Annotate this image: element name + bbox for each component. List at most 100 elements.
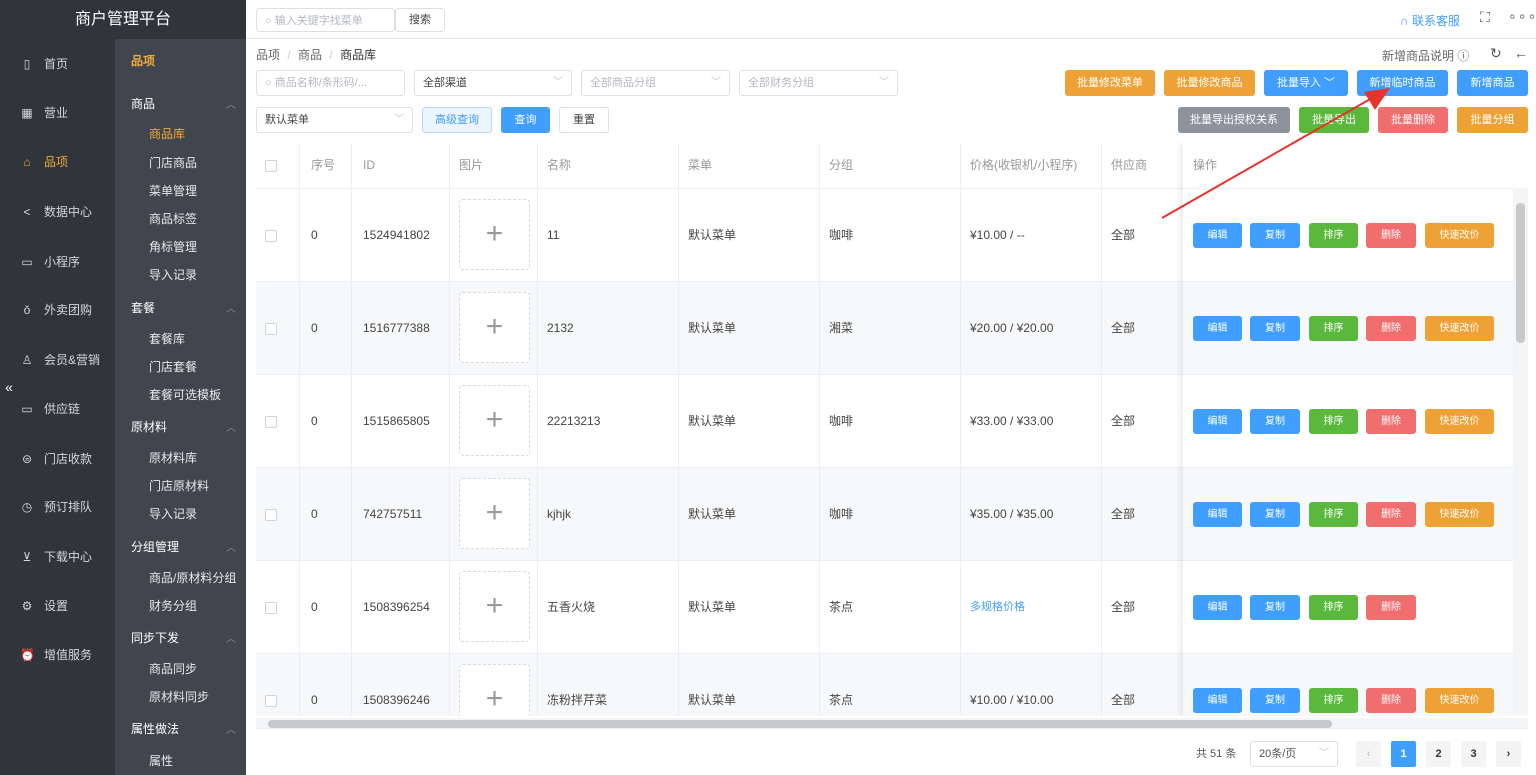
nav-item-12[interactable]: ⏰ 增值服务	[0, 637, 115, 673]
image-upload-box[interactable]: +	[459, 664, 530, 716]
quick-price-button[interactable]: 快速改价	[1425, 409, 1494, 434]
image-upload-box[interactable]: +	[459, 385, 530, 456]
submenu-group-combo[interactable]: 套餐 ︿	[131, 299, 236, 316]
fullscreen-icon[interactable]: ⛶	[1480, 9, 1490, 26]
nav-item-4[interactable]: ▭ 小程序	[0, 244, 115, 280]
submenu-store-combo[interactable]: 门店套餐	[149, 358, 197, 375]
sort-button[interactable]: 排序	[1309, 688, 1358, 713]
query-button[interactable]: 查询	[501, 107, 550, 133]
edit-button[interactable]: 编辑	[1193, 688, 1242, 713]
batch-edit-menu-button[interactable]: 批量修改菜单	[1065, 70, 1155, 96]
quick-price-button[interactable]: 快速改价	[1425, 223, 1494, 248]
breadcrumb-item[interactable]: 品项	[256, 48, 280, 62]
advanced-query-button[interactable]: 高级查询	[422, 107, 492, 133]
nav-item-6[interactable]: ♙ 会员&营销	[0, 342, 115, 378]
row-checkbox[interactable]	[265, 695, 277, 707]
page-button[interactable]: 3	[1461, 741, 1486, 767]
help-link[interactable]: 新增商品说明 ⓘ	[1382, 47, 1469, 64]
nav-item-5[interactable]: ǒ 外卖团购	[0, 292, 115, 328]
quick-price-button[interactable]: 快速改价	[1425, 316, 1494, 341]
horizontal-scrollbar[interactable]	[256, 718, 1528, 730]
edit-button[interactable]: 编辑	[1193, 316, 1242, 341]
quick-price-button[interactable]: 快速改价	[1425, 502, 1494, 527]
submenu-corner-mgmt[interactable]: 角标管理	[149, 238, 197, 255]
page-button[interactable]: 2	[1426, 741, 1451, 767]
image-upload-box[interactable]: +	[459, 199, 530, 270]
quick-price-button[interactable]: 快速改价	[1425, 688, 1494, 713]
menu-search-button[interactable]: 搜索	[395, 8, 445, 32]
submenu-group-attr[interactable]: 属性做法 ︿	[131, 720, 236, 737]
submenu-import-log[interactable]: 导入记录	[149, 266, 197, 283]
delete-button[interactable]: 删除	[1366, 316, 1416, 341]
copy-button[interactable]: 复制	[1250, 409, 1300, 434]
row-checkbox[interactable]	[265, 416, 277, 428]
cell-price[interactable]: 多规格价格	[970, 561, 1025, 654]
edit-button[interactable]: 编辑	[1193, 595, 1242, 620]
channel-select[interactable]: 全部渠道 ﹀	[414, 70, 572, 96]
nav-item-3[interactable]: < 数据中心	[0, 194, 115, 230]
submenu-store-goods[interactable]: 门店商品	[149, 154, 197, 171]
submenu-group-material[interactable]: 原材料 ︿	[131, 418, 236, 435]
delete-button[interactable]: 删除	[1366, 502, 1416, 527]
back-arrow-icon[interactable]: ←	[1514, 45, 1528, 61]
nav-item-11[interactable]: ⚙ 设置	[0, 588, 115, 624]
submenu-goods-group[interactable]: 商品/原材料分组	[149, 569, 236, 586]
submenu-goods-lib[interactable]: 商品库	[149, 125, 185, 142]
reset-button[interactable]: 重置	[559, 107, 609, 133]
edit-button[interactable]: 编辑	[1193, 409, 1242, 434]
prev-page-button[interactable]: ‹	[1356, 741, 1381, 767]
copy-button[interactable]: 复制	[1250, 595, 1300, 620]
image-upload-box[interactable]: +	[459, 478, 530, 549]
copy-button[interactable]: 复制	[1250, 502, 1300, 527]
submenu-combo-tpl[interactable]: 套餐可选模板	[149, 386, 221, 403]
breadcrumb-item[interactable]: 商品	[298, 48, 322, 62]
category-select[interactable]: 全部商品分组 ﹀	[581, 70, 730, 96]
batch-group-button[interactable]: 批量分组	[1457, 107, 1528, 133]
menu-select[interactable]: 默认菜单 ﹀	[256, 107, 413, 133]
vertical-scrollbar[interactable]	[1513, 188, 1528, 716]
row-checkbox[interactable]	[265, 509, 277, 521]
row-checkbox[interactable]	[265, 230, 277, 242]
sort-button[interactable]: 排序	[1309, 409, 1358, 434]
goods-search-input[interactable]: ○ 商品名称/条形码/...	[256, 70, 405, 96]
submenu-group-group-mgmt[interactable]: 分组管理 ︿	[131, 538, 236, 555]
copy-button[interactable]: 复制	[1250, 688, 1300, 713]
nav-item-7[interactable]: ▭ 供应链	[0, 391, 115, 427]
sort-button[interactable]: 排序	[1309, 502, 1358, 527]
submenu-combo-lib[interactable]: 套餐库	[149, 330, 185, 347]
contact-service-link[interactable]: ∩ 联系客服	[1400, 12, 1460, 29]
nav-item-2[interactable]: ⌂ 品项	[0, 144, 115, 180]
select-all-checkbox[interactable]	[265, 160, 277, 172]
image-upload-box[interactable]: +	[459, 571, 530, 642]
nav-item-8[interactable]: ⊜ 门店收款	[0, 441, 115, 477]
nav-item-0[interactable]: ▯ 首页	[0, 46, 115, 82]
nav-item-10[interactable]: ⊻ 下载中心	[0, 539, 115, 575]
nav-item-1[interactable]: ▦ 营业	[0, 95, 115, 131]
submenu-material-import[interactable]: 导入记录	[149, 505, 197, 522]
submenu-goods-sync[interactable]: 商品同步	[149, 660, 197, 677]
submenu-store-material[interactable]: 门店原材料	[149, 477, 209, 494]
delete-button[interactable]: 删除	[1366, 409, 1416, 434]
delete-button[interactable]: 删除	[1366, 688, 1416, 713]
more-icon[interactable]: ∘∘∘	[1508, 8, 1536, 25]
submenu-title[interactable]: 品项	[131, 52, 236, 69]
sort-button[interactable]: 排序	[1309, 595, 1358, 620]
submenu-menu-mgmt[interactable]: 菜单管理	[149, 182, 197, 199]
row-checkbox[interactable]	[265, 602, 277, 614]
submenu-finance-group[interactable]: 财务分组	[149, 597, 197, 614]
new-goods-button[interactable]: 新增商品	[1457, 70, 1528, 96]
submenu-group-sync[interactable]: 同步下发 ︿	[131, 629, 236, 646]
finance-group-select[interactable]: 全部财务分组 ﹀	[739, 70, 898, 96]
delete-button[interactable]: 删除	[1366, 595, 1416, 620]
menu-search-input[interactable]: ○ 输入关键字找菜单	[256, 8, 395, 32]
submenu-goods-tag[interactable]: 商品标签	[149, 210, 197, 227]
submenu-group-goods[interactable]: 商品 ︿	[131, 95, 236, 112]
nav-item-9[interactable]: ◷ 预订排队	[0, 489, 115, 525]
page-size-select[interactable]: 20条/页 ﹀	[1250, 741, 1338, 767]
sort-button[interactable]: 排序	[1309, 316, 1358, 341]
edit-button[interactable]: 编辑	[1193, 502, 1242, 527]
submenu-attr-item[interactable]: 属性	[149, 752, 173, 769]
next-page-button[interactable]: ›	[1496, 741, 1521, 767]
row-checkbox[interactable]	[265, 323, 277, 335]
copy-button[interactable]: 复制	[1250, 316, 1300, 341]
